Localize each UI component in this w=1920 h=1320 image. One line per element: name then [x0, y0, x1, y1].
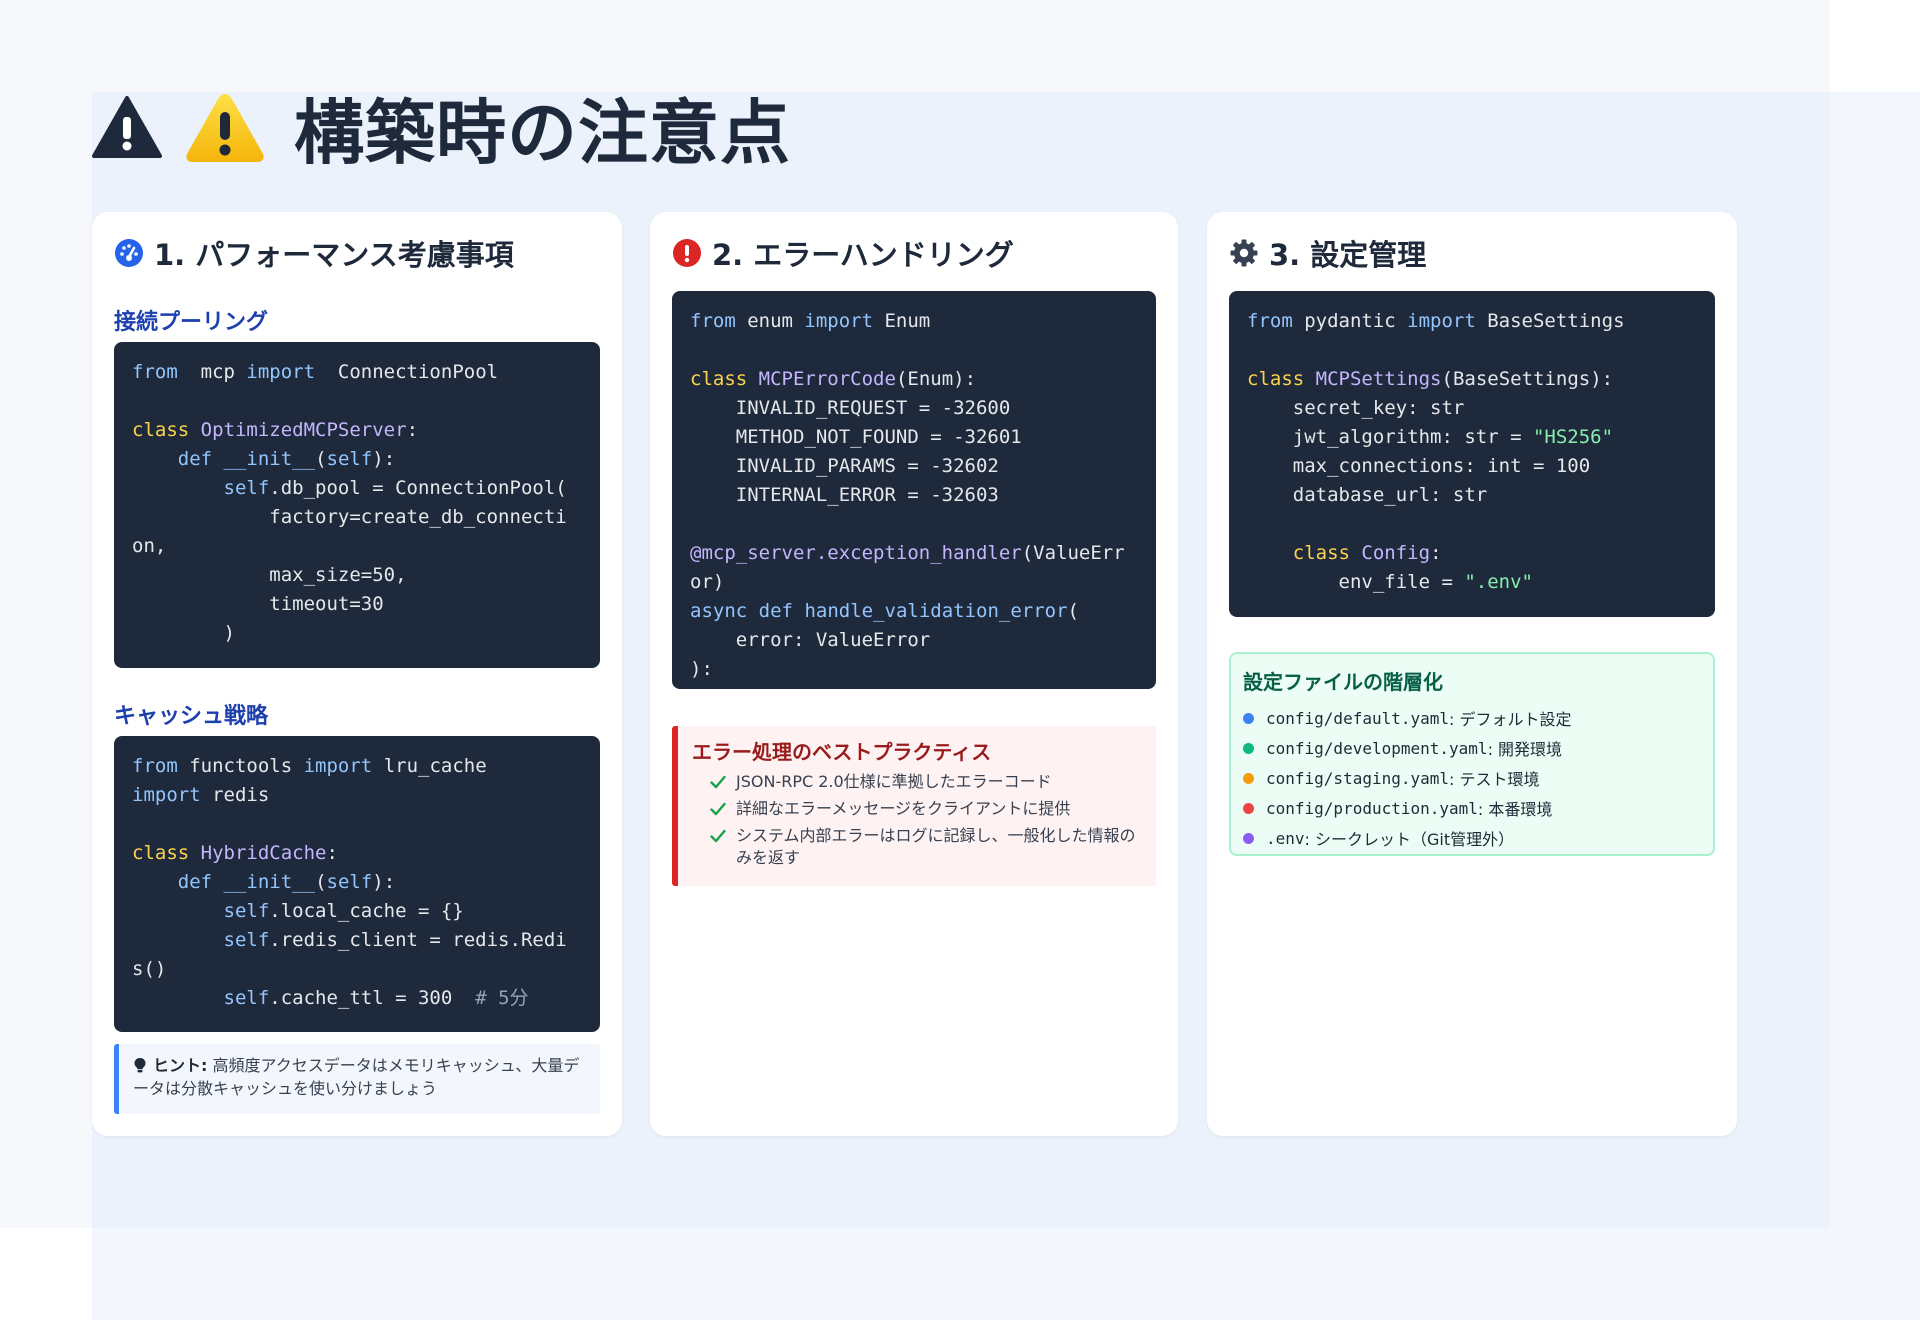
bullet-dot: [1243, 742, 1254, 754]
settings-code-block: from pydantic import BaseSettings class M…: [1229, 291, 1715, 617]
code-line: METHOD_NOT_FOUND = -32601: [690, 426, 1022, 448]
warning-emoji-icon: [186, 94, 264, 162]
error-code-block: from enum import Enum class MCPErrorCode(…: [672, 291, 1156, 689]
code-line: async def handle_validation_error(: [690, 600, 1079, 622]
config-management-card: 3. 設定管理 from pydantic import BaseSetting…: [1207, 212, 1737, 1136]
best-practices-title: エラー処理のベストプラクティス: [692, 740, 992, 764]
code-line: class MCPErrorCode(Enum):: [690, 368, 977, 390]
lightbulb-icon: [134, 1058, 146, 1073]
page-background-left: [0, 92, 92, 1228]
config-layers-box: 設定ファイルの階層化 config/default.yaml: デフォルト設定 …: [1229, 652, 1715, 856]
list-item: .env: シークレット（Git管理外）: [1243, 823, 1701, 853]
code-line: env_file = ".env": [1247, 571, 1533, 593]
code-line: ): [132, 622, 235, 644]
bullet-dot: [1243, 712, 1254, 724]
code-line: self.cache_ttl = 300 # 5分: [223, 987, 529, 1009]
code-line: max_size=50,: [132, 564, 407, 586]
list-item: システム内部エラーはログに記録し、一般化した情報のみを返す: [710, 825, 1142, 869]
performance-card-title: 1. パフォーマンス考慮事項: [114, 232, 514, 274]
hint-label: ヒント:: [153, 1056, 208, 1075]
check-icon: [710, 802, 726, 816]
code-line: self.redis_client = redis.Redi: [223, 929, 567, 951]
list-item: config/default.yaml: デフォルト設定: [1243, 703, 1701, 733]
code-line: database_url: str: [1247, 484, 1488, 506]
list-item: config/staging.yaml: テスト環境: [1243, 763, 1701, 793]
hybrid-cache-code-block: from functools import lru_cacheimport re…: [114, 736, 600, 1032]
list-item: 詳細なエラーメッセージをクライアントに提供: [710, 798, 1142, 820]
page-background-top-right: [1830, 0, 1920, 92]
code-line: error: ValueError: [690, 629, 931, 651]
code-line: factory=create_db_connecti: [132, 506, 567, 528]
connection-pool-code-block: from mcp import ConnectionPool class Opti…: [114, 342, 600, 668]
code-line: self.db_pool = ConnectionPool(: [223, 477, 567, 499]
code-line: INTERNAL_ERROR = -32603: [690, 484, 999, 506]
code-line: from pydantic import BaseSettings: [1247, 310, 1625, 332]
error-handling-card-title: 2. エラーハンドリング: [672, 232, 1014, 274]
error-circle-icon: [673, 239, 701, 267]
page-background-right: [1830, 92, 1920, 1320]
code-line: s(): [132, 958, 167, 980]
code-line: ):: [690, 658, 713, 680]
bullet-dot: [1243, 772, 1254, 784]
code-line: class OptimizedMCPServer:: [132, 419, 419, 441]
page-background-bottom: [0, 1228, 92, 1320]
config-layers-list: config/default.yaml: デフォルト設定 config/deve…: [1243, 703, 1701, 853]
code-line: from enum import Enum: [690, 310, 931, 332]
config-management-card-title-text: 3. 設定管理: [1269, 238, 1427, 272]
gear-icon: [1230, 239, 1258, 267]
code-line: class HybridCache:: [132, 842, 338, 864]
config-management-card-title: 3. 設定管理: [1229, 232, 1426, 274]
hint-box: ヒント: 高頻度アクセスデータはメモリキャッシュ、大量データは分散キャッシュを使…: [114, 1044, 600, 1114]
code-line: def __init__(self):: [177, 448, 396, 470]
page-title-row: 構築時の注意点: [92, 82, 791, 174]
code-line: on,: [132, 535, 167, 557]
list-item: config/production.yaml: 本番環境: [1243, 793, 1701, 823]
code-line: @mcp_server.exception_handler(ValueErr: [690, 542, 1125, 564]
code-line: class MCPSettings(BaseSettings):: [1247, 368, 1614, 390]
error-handling-card-title-text: 2. エラーハンドリング: [712, 238, 1014, 272]
page-background-top: [0, 0, 1830, 92]
check-icon: [710, 829, 726, 843]
code-line: self.local_cache = {}: [223, 900, 464, 922]
cache-strategy-title: キャッシュ戦略: [114, 704, 269, 729]
connection-pooling-title: 接続プーリング: [114, 310, 269, 335]
code-line: jwt_algorithm: str = "HS256": [1247, 426, 1614, 448]
list-item: config/development.yaml: 開発環境: [1243, 733, 1701, 763]
code-line: import redis: [132, 784, 270, 806]
performance-card-title-text: 1. パフォーマンス考慮事項: [154, 238, 514, 272]
code-line: max_connections: int = 100: [1247, 455, 1591, 477]
code-line: timeout=30: [132, 593, 384, 615]
code-line: secret_key: str: [1247, 397, 1465, 419]
list-item: JSON-RPC 2.0仕様に準拠したエラーコード: [710, 771, 1142, 793]
code-line: from mcp import ConnectionPool: [132, 361, 499, 383]
check-icon: [710, 775, 726, 789]
warning-icon: [92, 96, 162, 158]
code-line: INVALID_REQUEST = -32600: [690, 397, 1011, 419]
page-title: 構築時の注意点: [294, 91, 791, 174]
code-line: or): [690, 571, 725, 593]
code-line: class Config:: [1292, 542, 1442, 564]
code-line: INVALID_PARAMS = -32602: [690, 455, 999, 477]
code-line: from functools import lru_cache: [132, 755, 487, 777]
bullet-dot: [1243, 802, 1254, 814]
config-layers-title: 設定ファイルの階層化: [1243, 670, 1443, 694]
best-practices-list: JSON-RPC 2.0仕様に準拠したエラーコード 詳細なエラーメッセージをクラ…: [692, 771, 1142, 869]
bullet-dot: [1243, 832, 1254, 844]
code-line: def __init__(self):: [177, 871, 396, 893]
performance-card: 1. パフォーマンス考慮事項 接続プーリング from mcp import C…: [92, 212, 622, 1136]
best-practices-box: エラー処理のベストプラクティス JSON-RPC 2.0仕様に準拠したエラーコー…: [672, 726, 1156, 886]
error-handling-card: 2. エラーハンドリング from enum import Enum class …: [650, 212, 1178, 1136]
gauge-icon: [115, 239, 143, 267]
